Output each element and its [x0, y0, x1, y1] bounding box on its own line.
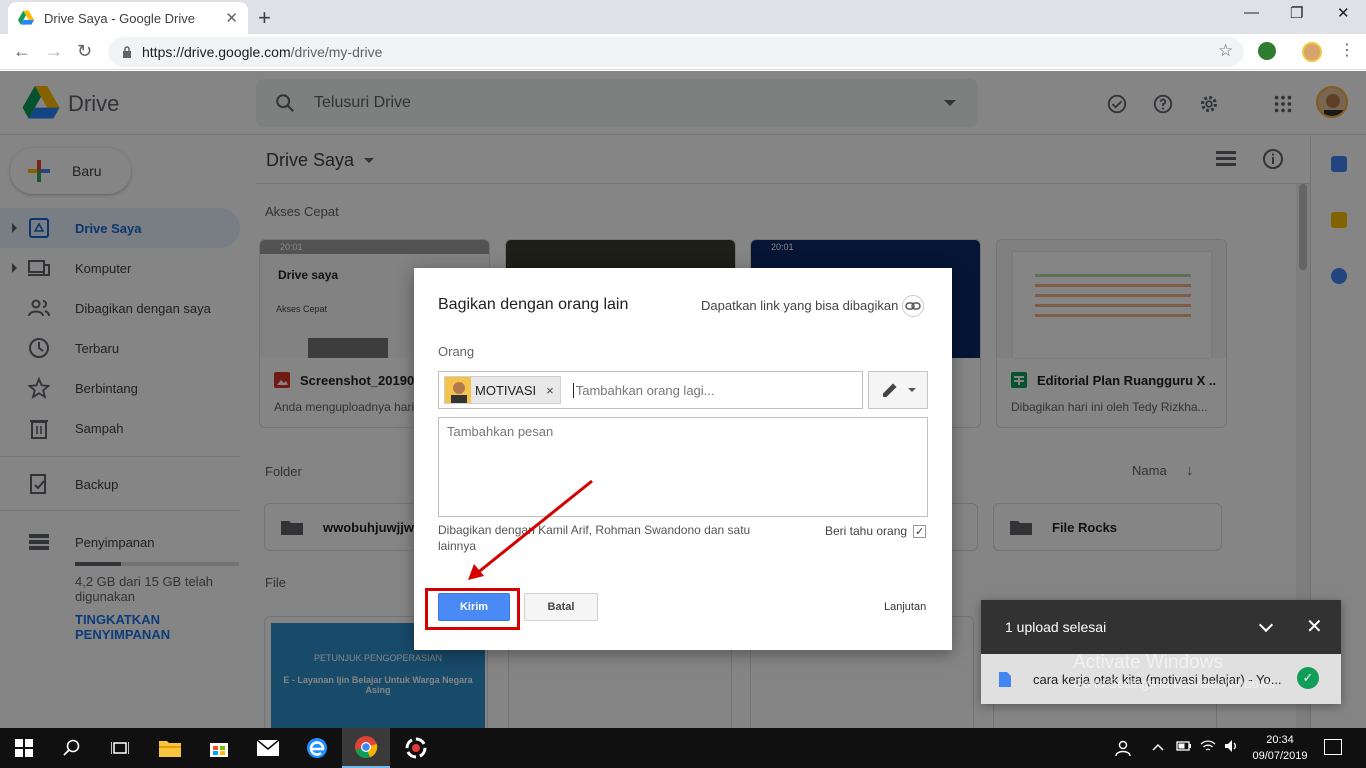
message-textarea[interactable]: Tambahkan pesan — [438, 417, 928, 517]
permission-dropdown[interactable] — [868, 371, 928, 409]
notify-checkbox[interactable]: ✓ — [913, 524, 927, 538]
recipient-chip[interactable]: MOTIVASI × — [444, 376, 561, 404]
tab-title: Drive Saya - Google Drive — [44, 10, 195, 26]
bookmark-star-icon[interactable]: ☆ — [1218, 41, 1233, 61]
forward-icon[interactable]: → — [45, 41, 63, 62]
wifi-icon[interactable] — [1200, 739, 1216, 756]
windows-taskbar: 20:34 09/07/2019 — [0, 728, 1366, 768]
reload-icon[interactable]: ↻ — [77, 41, 92, 62]
collapse-chevron-icon[interactable] — [1258, 617, 1274, 633]
toast-title: 1 upload selesai — [1005, 619, 1107, 635]
toast-header: 1 upload selesai ✕ — [981, 600, 1341, 654]
activate-windows-watermark: Activate Windows Go to Settings to activ… — [1073, 652, 1278, 691]
recipient-name: MOTIVASI — [475, 382, 537, 398]
people-input-box[interactable]: MOTIVASI × Tambahkan orang lagi... — [438, 371, 863, 409]
recipient-avatar — [445, 377, 471, 403]
browser-tab-strip: Drive Saya - Google Drive ✕ + — ❐ ✕ — [0, 0, 1366, 34]
watermark-line1: Activate Windows — [1073, 652, 1223, 673]
remove-recipient-icon[interactable]: × — [546, 383, 554, 398]
start-button[interactable] — [0, 728, 48, 768]
people-label: Orang — [438, 344, 475, 359]
action-center-icon[interactable] — [1324, 739, 1342, 755]
edge-browser-icon[interactable] — [293, 728, 341, 768]
drive-favicon-icon — [18, 10, 34, 25]
minimize-icon[interactable]: — — [1244, 4, 1259, 21]
address-bar[interactable]: https://drive.google.com/drive/my-drive — [108, 37, 1244, 67]
get-shareable-link[interactable]: Dapatkan link yang bisa dibagikan — [701, 298, 898, 313]
link-icon[interactable] — [902, 295, 924, 317]
extension-globe-icon[interactable] — [1258, 42, 1276, 60]
browser-toolbar: ← → ↻ https://drive.google.com/drive/my-… — [0, 34, 1366, 70]
restore-icon[interactable]: ❐ — [1290, 4, 1303, 22]
dialog-title: Bagikan dengan orang lain — [438, 296, 629, 313]
pencil-icon — [883, 383, 897, 397]
chevron-down-icon — [908, 388, 916, 392]
file-icon — [999, 671, 1011, 687]
new-tab-icon[interactable]: + — [258, 5, 271, 31]
advanced-link[interactable]: Lanjutan — [884, 601, 926, 613]
volume-icon[interactable] — [1224, 739, 1240, 756]
notify-people-option[interactable]: Beri tahu orang ✓ — [825, 524, 927, 538]
browser-tab[interactable]: Drive Saya - Google Drive ✕ — [8, 2, 248, 34]
clock-date: 09/07/2019 — [1252, 750, 1308, 762]
chrome-taskbar-icon[interactable] — [342, 728, 390, 768]
battery-icon[interactable] — [1176, 739, 1192, 755]
taskbar-search-icon[interactable] — [48, 728, 96, 768]
add-people-input[interactable]: Tambahkan orang lagi... — [572, 382, 715, 398]
snipping-tool-icon[interactable] — [392, 728, 440, 768]
tab-close-icon[interactable]: ✕ — [225, 9, 238, 27]
taskbar-clock[interactable]: 20:34 09/07/2019 — [1252, 732, 1308, 764]
people-tray-icon[interactable] — [1114, 739, 1132, 760]
toast-close-icon[interactable]: ✕ — [1306, 614, 1323, 639]
clock-time: 20:34 — [1266, 734, 1294, 746]
lock-icon — [123, 46, 131, 58]
mail-icon[interactable] — [244, 728, 292, 768]
store-icon[interactable] — [195, 728, 243, 768]
upload-complete-check-icon: ✓ — [1297, 667, 1319, 689]
watermark-line2: Go to Settings to activate Windows. — [1073, 676, 1279, 691]
file-explorer-icon[interactable] — [146, 728, 194, 768]
show-hidden-icons-icon[interactable] — [1152, 739, 1164, 755]
url-domain: https://drive.google.com — [142, 44, 291, 60]
annotation-highlight-box — [425, 588, 520, 630]
notify-label: Beri tahu orang — [825, 524, 908, 538]
back-icon[interactable]: ← — [13, 41, 31, 62]
profile-avatar-icon[interactable] — [1302, 42, 1322, 62]
windows-logo-icon — [15, 739, 33, 757]
window-close-icon[interactable]: ✕ — [1337, 4, 1350, 22]
url-path: /drive/my-drive — [290, 44, 383, 60]
shared-with-text: Dibagikan dengan Kamil Arif, Rohman Swan… — [438, 523, 751, 553]
browser-menu-icon[interactable]: ⋮ — [1339, 40, 1355, 60]
cancel-button[interactable]: Batal — [524, 593, 598, 621]
task-view-icon[interactable] — [96, 728, 144, 768]
